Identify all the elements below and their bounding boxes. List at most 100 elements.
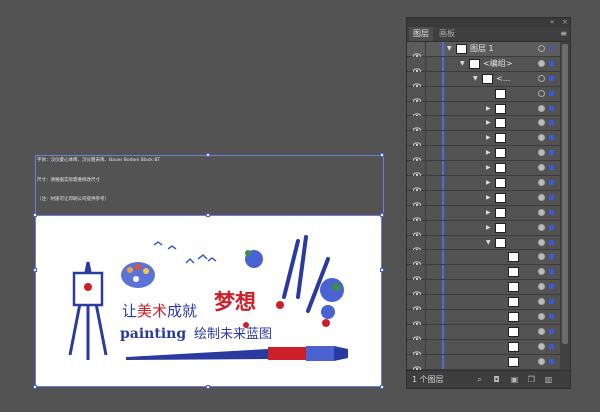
layer-row[interactable]: ▶ — [407, 190, 560, 208]
layer-name[interactable]: <编组> — [483, 57, 512, 71]
layer-row[interactable] — [407, 280, 560, 297]
target-icon[interactable] — [538, 208, 545, 216]
selection-indicator[interactable] — [549, 358, 554, 364]
selection-indicator[interactable] — [549, 46, 554, 51]
layer-row[interactable] — [407, 265, 560, 283]
layer-row[interactable]: ▶ — [407, 101, 560, 119]
selection-indicator[interactable] — [549, 120, 554, 126]
target-icon[interactable] — [538, 134, 545, 142]
lock-column[interactable] — [425, 101, 426, 116]
resize-handle[interactable] — [206, 385, 210, 389]
layer-row[interactable]: ▼ <... — [407, 71, 560, 89]
selection-indicator[interactable] — [549, 209, 554, 215]
lock-column[interactable] — [425, 310, 426, 324]
layer-name[interactable]: 图层 1 — [470, 42, 494, 56]
target-icon[interactable] — [538, 119, 545, 127]
layer-row[interactable] — [407, 250, 560, 268]
layer-row[interactable] — [407, 354, 560, 372]
disclosure-open-icon[interactable]: ▼ — [460, 57, 465, 71]
target-icon[interactable] — [538, 59, 545, 67]
target-icon[interactable] — [538, 104, 545, 112]
eye-icon[interactable] — [412, 105, 422, 119]
eye-icon[interactable] — [412, 134, 422, 148]
lock-column[interactable] — [425, 235, 426, 250]
selection-indicator[interactable] — [549, 180, 554, 186]
lock-column[interactable] — [425, 71, 426, 86]
lock-column[interactable] — [425, 205, 426, 220]
selection-indicator[interactable] — [549, 105, 554, 111]
target-icon[interactable] — [538, 164, 545, 172]
layer-row[interactable]: ▶ — [407, 146, 560, 163]
lock-column[interactable] — [425, 250, 426, 265]
eye-icon[interactable] — [412, 224, 422, 238]
lock-column[interactable] — [425, 56, 426, 71]
selection-indicator[interactable] — [549, 314, 554, 320]
lock-column[interactable] — [425, 42, 426, 56]
layer-row[interactable]: ▶ — [407, 116, 560, 134]
selection-indicator[interactable] — [549, 328, 554, 334]
layer-row[interactable] — [407, 339, 560, 357]
target-icon[interactable] — [538, 149, 545, 157]
panel-menu-icon[interactable]: ≡ — [560, 29, 567, 38]
disclosure-closed-icon[interactable]: ▶ — [486, 176, 491, 190]
resize-handle[interactable] — [380, 153, 384, 157]
resize-handle[interactable] — [380, 213, 384, 217]
eye-icon[interactable] — [412, 60, 422, 74]
layer-row[interactable]: ▶ — [407, 131, 560, 148]
selection-indicator[interactable] — [549, 135, 554, 141]
layer-row[interactable]: ▼ 图层 1 — [407, 42, 560, 59]
selection-indicator[interactable] — [549, 60, 554, 66]
eye-icon[interactable] — [412, 75, 422, 89]
eye-icon[interactable] — [412, 164, 422, 178]
layer-row[interactable]: ▼ <编组> — [407, 56, 560, 74]
eye-icon[interactable] — [412, 298, 422, 312]
delete-icon[interactable]: ▥ — [544, 375, 553, 384]
selection-indicator[interactable] — [549, 194, 554, 200]
artwork-selection-bounds[interactable] — [35, 215, 382, 387]
lock-column[interactable] — [425, 131, 426, 146]
tab-layers[interactable]: 图层 — [409, 27, 433, 41]
target-icon[interactable] — [538, 327, 545, 335]
target-icon[interactable] — [538, 253, 545, 261]
eye-icon[interactable] — [412, 328, 422, 342]
eye-icon[interactable] — [412, 358, 422, 372]
eye-icon[interactable] — [412, 268, 422, 283]
layer-row[interactable] — [407, 86, 560, 104]
lock-column[interactable] — [425, 339, 426, 354]
panel-title-bar[interactable]: « × — [407, 18, 570, 27]
resize-handle[interactable] — [33, 385, 37, 389]
eye-icon[interactable] — [412, 179, 422, 193]
disclosure-closed-icon[interactable]: ▶ — [486, 146, 491, 160]
selection-indicator[interactable] — [549, 343, 554, 349]
lock-column[interactable] — [425, 324, 426, 339]
eye-icon[interactable] — [412, 119, 422, 134]
selection-indicator[interactable] — [549, 269, 554, 275]
lock-column[interactable] — [425, 295, 426, 310]
eye-icon[interactable] — [412, 253, 422, 268]
disclosure-closed-icon[interactable]: ▶ — [486, 102, 491, 116]
target-icon[interactable] — [538, 283, 545, 291]
layer-name[interactable]: <... — [496, 72, 510, 86]
scroll-thumb[interactable] — [562, 44, 568, 344]
selection-indicator[interactable] — [549, 150, 554, 156]
target-icon[interactable] — [538, 268, 545, 276]
layer-row[interactable]: ▶ — [407, 161, 560, 178]
eye-icon[interactable] — [412, 313, 422, 327]
layer-row[interactable] — [407, 324, 560, 342]
disclosure-open-icon[interactable]: ▼ — [447, 42, 452, 56]
resize-handle[interactable] — [380, 268, 384, 272]
disclosure-closed-icon[interactable]: ▶ — [486, 161, 491, 175]
selection-indicator[interactable] — [549, 224, 554, 230]
selection-indicator[interactable] — [549, 239, 554, 245]
new-sublayer-icon[interactable]: ▣ — [510, 375, 519, 384]
selection-indicator[interactable] — [549, 75, 554, 81]
resize-handle[interactable] — [33, 268, 37, 272]
disclosure-open-icon[interactable]: ▼ — [486, 236, 491, 250]
target-icon[interactable] — [538, 298, 545, 306]
disclosure-closed-icon[interactable]: ▶ — [486, 116, 491, 130]
resize-handle[interactable] — [206, 213, 210, 217]
tab-artboards[interactable]: 画板 — [435, 27, 459, 41]
layers-scrollbar[interactable] — [560, 42, 570, 372]
close-icon[interactable]: × — [562, 18, 568, 27]
disclosure-closed-icon[interactable]: ▶ — [486, 131, 491, 145]
